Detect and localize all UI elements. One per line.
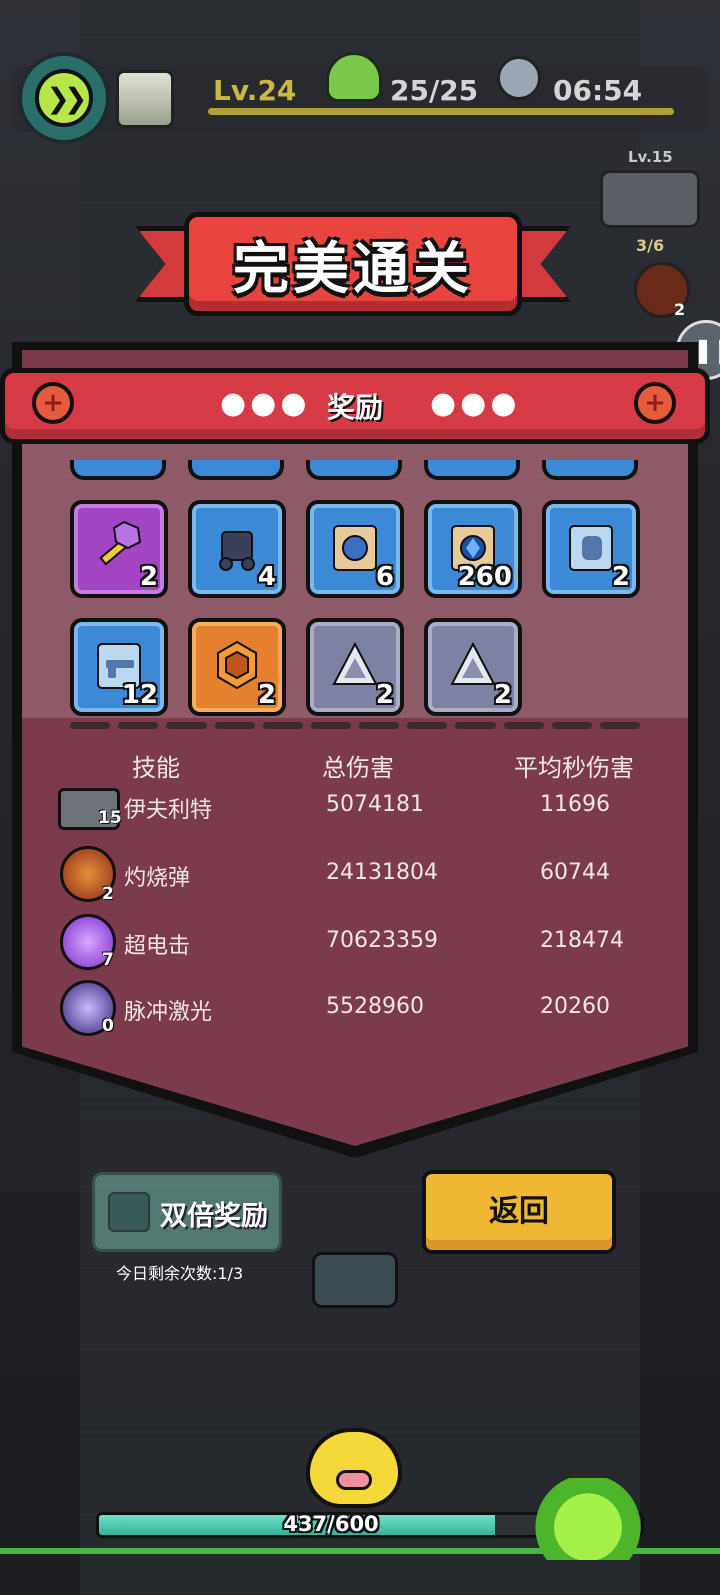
experience-text: 437/600 (283, 1512, 379, 1536)
skill-level: 2 (102, 884, 114, 904)
reward-item-partial (424, 460, 520, 480)
right-plus-icon: + (634, 382, 676, 424)
reward-qty: 2 (375, 680, 394, 710)
skill-dps: 11696 (540, 792, 610, 817)
reward-qty: 12 (121, 680, 158, 710)
video-ad-icon (108, 1192, 150, 1232)
skill-name: 脉冲激光 (124, 1000, 213, 1025)
reward-qty: 2 (257, 680, 276, 710)
reward-qty: 6 (375, 562, 394, 592)
wave-counter: 25/25 (390, 74, 479, 107)
clock-icon (497, 56, 541, 100)
triangle-crystal-icon (450, 641, 496, 685)
level-progress-bar (208, 108, 674, 115)
col-header-total-damage: 总伤害 (322, 754, 394, 782)
reward-item-partial (70, 460, 166, 480)
glove-scroll-icon (569, 525, 613, 571)
skill-dps: 20260 (540, 994, 610, 1019)
reward-qty: 4 (257, 562, 276, 592)
skill-total-damage: 24131804 (326, 860, 438, 885)
reward-item[interactable]: 6 (306, 500, 404, 598)
reward-item[interactable]: 2 (424, 618, 522, 716)
pig-nose-icon (336, 1470, 372, 1490)
skill-name: 超电击 (124, 934, 191, 959)
skill-total-damage: 5528960 (326, 994, 424, 1019)
ore-icon (219, 531, 255, 571)
title-banner: 完美通关 (184, 212, 522, 316)
reward-item-partial (542, 460, 638, 480)
col-header-skill: 技能 (132, 754, 180, 782)
left-plus-icon: + (32, 382, 74, 424)
key-icon (99, 520, 142, 566)
fast-forward-button[interactable]: ❯❯ (18, 52, 110, 144)
skill-name: 伊夫利特 (124, 798, 213, 823)
reward-item[interactable]: 4 (188, 500, 286, 598)
skill-dps: 60744 (540, 860, 610, 885)
reward-qty: 2 (139, 562, 158, 592)
reward-item[interactable]: 2 (70, 500, 168, 598)
player-level: Lv.24 (213, 74, 297, 107)
double-chevron-right-icon: ❯❯ (35, 69, 93, 127)
crate-icon (116, 70, 174, 128)
scroll-indicator (70, 722, 641, 730)
skill-level: 7 (102, 950, 114, 970)
zombie-icon (326, 52, 382, 102)
side-slot-count: 3/6 (636, 236, 665, 255)
banner-title: 完美通关 (233, 236, 473, 302)
side-skill-count: 2 (674, 300, 686, 319)
skill-name: 灼烧弹 (124, 866, 191, 891)
side-weapon-icon (600, 170, 700, 228)
reward-item[interactable]: 2 (188, 618, 286, 716)
double-reward-label: 双倍奖励 (160, 1201, 268, 1232)
rewards-title: 奖励 (326, 391, 383, 424)
back-button[interactable]: 返回 (422, 1170, 616, 1254)
reward-item[interactable]: 2 (542, 500, 640, 598)
green-gems-icon (532, 1478, 644, 1560)
reward-item-partial (188, 460, 284, 480)
reward-qty: 2 (493, 680, 512, 710)
reward-qty: 260 (457, 562, 512, 592)
pig-mascot-icon (306, 1428, 402, 1508)
col-header-dps: 平均秒伤害 (514, 754, 634, 782)
reward-item[interactable]: 12 (70, 618, 168, 716)
chest-icon (312, 1252, 398, 1308)
coin-scroll-icon (333, 525, 377, 571)
side-weapon-level: Lv.15 (628, 148, 673, 166)
reward-qty: 2 (611, 562, 630, 592)
skill-level: 15 (98, 808, 122, 828)
reward-item-partial (306, 460, 402, 480)
reward-item[interactable]: 260 (424, 500, 522, 598)
skill-dps: 218474 (540, 928, 624, 953)
skill-total-damage: 70623359 (326, 928, 438, 953)
triangle-crystal-icon (332, 641, 378, 685)
game-timer: 06:54 (553, 74, 643, 107)
hex-core-icon (217, 640, 257, 690)
skill-level: 0 (102, 1016, 114, 1036)
reward-item[interactable]: 2 (306, 618, 404, 716)
skill-total-damage: 5074181 (326, 792, 424, 817)
back-button-label: 返回 (489, 1194, 549, 1229)
remaining-times-text: 今日剩余次数:1/3 (116, 1264, 244, 1283)
